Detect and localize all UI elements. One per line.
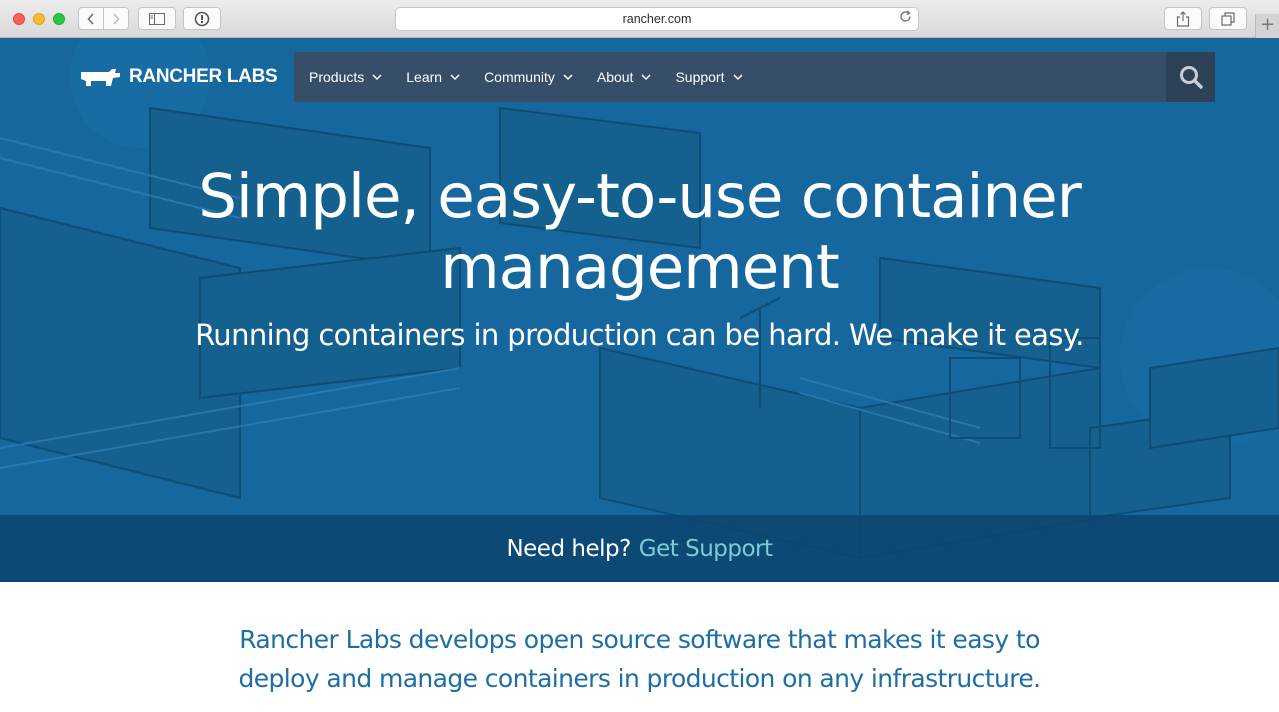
search-icon: [1179, 66, 1203, 89]
hero-background-illustration: [0, 38, 1279, 582]
nav-item-label: About: [596, 69, 634, 85]
intro-line-1: Rancher Labs develops open source softwa…: [239, 625, 1040, 654]
rancher-cow-icon: [81, 69, 120, 86]
chevron-down-icon: [450, 73, 460, 80]
chevron-down-icon: [563, 73, 573, 80]
close-window-button[interactable]: [13, 13, 25, 25]
main-navigation: Products Learn Community About Support: [294, 52, 1215, 102]
title-line-2: management: [440, 232, 840, 303]
browser-toolbar: rancher.com +: [0, 0, 1279, 38]
reader-icon: [194, 11, 210, 26]
reload-icon[interactable]: [899, 10, 912, 27]
nav-item-products[interactable]: Products: [309, 69, 382, 85]
minimize-window-button[interactable]: [33, 13, 45, 25]
nav-item-support[interactable]: Support: [675, 69, 743, 85]
help-banner: Need help? Get Support: [0, 515, 1279, 582]
nav-item-label: Products: [309, 69, 365, 85]
zoom-window-button[interactable]: [53, 13, 65, 25]
forward-button[interactable]: [103, 7, 129, 30]
url-text: rancher.com: [622, 12, 692, 26]
intro-line-2: deploy and manage containers in producti…: [238, 664, 1041, 693]
tab-overview-button[interactable]: [1209, 7, 1247, 30]
back-button[interactable]: [78, 7, 104, 30]
nav-item-label: Learn: [406, 69, 443, 85]
rancher-labs-logo[interactable]: RANCHER LABS: [79, 66, 278, 88]
logo-text: RANCHER LABS: [129, 66, 278, 87]
address-bar[interactable]: rancher.com: [395, 7, 919, 31]
nav-item-label: Community: [484, 69, 555, 85]
hero-section: RANCHER LABS Products Learn Community Ab…: [0, 38, 1279, 582]
chevron-down-icon: [732, 73, 743, 80]
get-support-link[interactable]: Get Support: [639, 536, 773, 562]
page-title: Simple, easy-to-use container management: [0, 161, 1279, 303]
reader-button[interactable]: [183, 7, 221, 30]
chevron-down-icon: [641, 73, 651, 80]
search-button[interactable]: [1166, 52, 1215, 102]
nav-item-learn[interactable]: Learn: [406, 69, 460, 85]
share-button[interactable]: [1164, 7, 1202, 30]
title-line-1: Simple, easy-to-use container: [198, 161, 1082, 232]
chevron-right-icon: [113, 12, 120, 25]
sidebar-icon: [149, 12, 165, 25]
chevron-down-icon: [372, 73, 382, 80]
nav-item-community[interactable]: Community: [484, 69, 573, 85]
help-prompt: Need help?: [506, 535, 631, 562]
share-icon: [1176, 10, 1190, 27]
tabs-icon: [1221, 11, 1235, 26]
new-tab-button[interactable]: +: [1255, 14, 1279, 38]
hero-subtitle: Running containers in production can be …: [195, 318, 1084, 352]
nav-item-label: Support: [675, 69, 725, 85]
sidebar-button[interactable]: [138, 7, 176, 30]
nav-item-about[interactable]: About: [597, 69, 652, 85]
chevron-left-icon: [87, 12, 94, 25]
intro-paragraph: Rancher Labs develops open source softwa…: [0, 620, 1279, 698]
